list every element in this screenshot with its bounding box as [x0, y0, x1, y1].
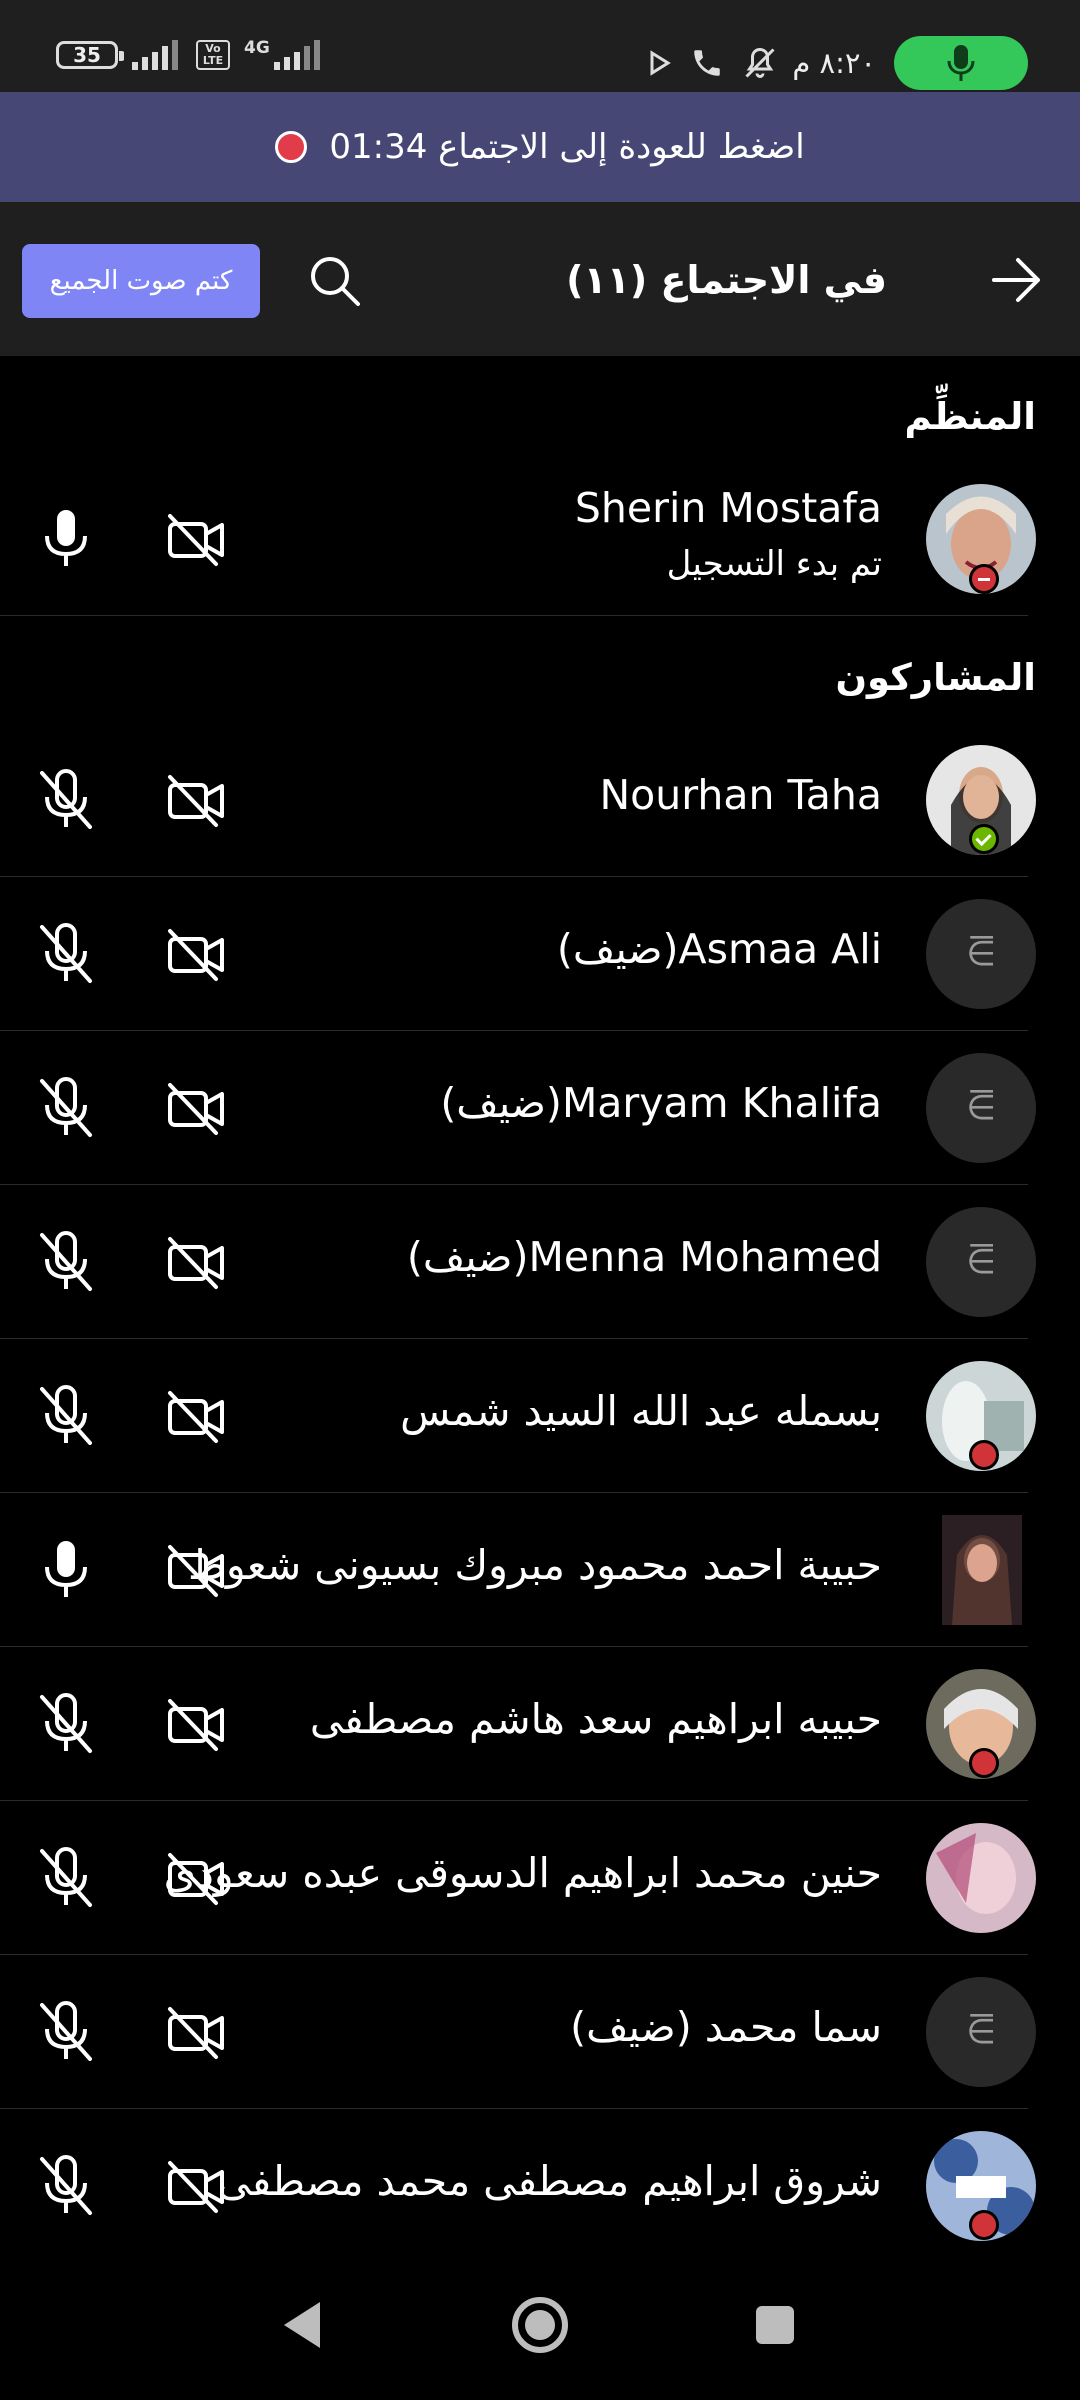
- search-icon[interactable]: [306, 252, 362, 308]
- camera-off-icon: [168, 1083, 224, 1135]
- participant-row-organizer[interactable]: Sherin Mostafa تم بدء التسجيل: [0, 462, 1080, 616]
- camera-off-icon: [168, 1545, 224, 1597]
- participant-row[interactable]: حبيبة احمد محمود مبروك بسيونى شعوط: [0, 1493, 1080, 1647]
- avatar: [926, 1823, 1036, 1933]
- participant-row[interactable]: ⋶ سما محمد (ضيف): [0, 1955, 1080, 2109]
- return-to-meeting-text: اضغط للعودة إلى الاجتماع 01:34: [329, 127, 805, 167]
- avatar: ⋶: [926, 899, 1036, 1009]
- play-icon: [650, 50, 672, 76]
- camera-off-icon: [168, 514, 224, 566]
- return-to-meeting-banner[interactable]: اضغط للعودة إلى الاجتماع 01:34: [0, 92, 1080, 202]
- presence-available-badge: [969, 824, 999, 854]
- recording-icon: [275, 131, 308, 163]
- mic-off-icon[interactable]: [36, 2155, 96, 2217]
- mic-off-icon[interactable]: [36, 1847, 96, 1909]
- bell-off-icon: [745, 47, 775, 78]
- participant-name: Sherin Mostafa: [574, 484, 882, 532]
- signal-icon-2: [273, 40, 320, 70]
- participant-name: Nourhan Taha: [599, 771, 883, 819]
- system-nav-bar: [0, 2250, 1080, 2400]
- mic-off-icon[interactable]: [36, 2001, 96, 2063]
- participant-name: سما محمد (ضيف): [570, 2003, 882, 2051]
- camera-off-icon: [168, 1391, 224, 1443]
- participant-name: بسمله عبد الله السيد شمس: [400, 1387, 882, 1435]
- status-bar: 35 Vo LTE 4G ٨:٢٠ م: [0, 0, 1080, 92]
- signal-icon: [132, 40, 178, 70]
- participant-name: شروق ابراهيم مصطفى محمد مصطفى: [217, 2157, 882, 2205]
- mic-off-icon[interactable]: [36, 1385, 96, 1447]
- volte-icon: Vo LTE: [196, 40, 230, 70]
- network-type: 4G: [244, 38, 270, 58]
- guest-avatar-icon: ⋶: [966, 2012, 996, 2052]
- battery-level: 35: [73, 43, 101, 67]
- camera-off-icon: [168, 929, 224, 981]
- participant-name: حنين محمد ابراهيم الدسوقى عبده سعودى: [163, 1849, 882, 1897]
- nav-home-icon[interactable]: [505, 2290, 575, 2360]
- presence-busy-badge: [969, 1440, 999, 1470]
- mic-off-icon[interactable]: [36, 923, 96, 985]
- recording-started-text: تم بدء التسجيل: [666, 544, 882, 584]
- mic-off-icon[interactable]: [36, 1231, 96, 1293]
- header: في الاجتماع (١١) كتم صوت الجميع: [0, 202, 1080, 356]
- camera-off-icon: [168, 1699, 224, 1751]
- nav-recents-icon[interactable]: [740, 2290, 810, 2360]
- participant-row[interactable]: حبيبه ابراهيم سعد هاشم مصطفى: [0, 1647, 1080, 1801]
- camera-off-icon: [168, 2007, 224, 2059]
- participant-name: حبيبه ابراهيم سعد هاشم مصطفى: [309, 1695, 882, 1743]
- avatar: ⋶: [926, 1053, 1036, 1163]
- participants-section-title: المشاركون: [835, 656, 1036, 699]
- presence-busy-badge: [969, 1748, 999, 1778]
- battery-icon: 35: [56, 41, 124, 69]
- presence-busy-badge: [969, 2210, 999, 2240]
- organizer-section-title: المنظِّم: [904, 395, 1036, 438]
- page-title: في الاجتماع (١١): [566, 258, 887, 302]
- participant-name: Asmaa Ali(ضيف): [556, 925, 882, 973]
- avatar: ⋶: [926, 1977, 1036, 2087]
- participant-row[interactable]: بسمله عبد الله السيد شمس: [0, 1339, 1080, 1493]
- mute-all-button[interactable]: كتم صوت الجميع: [22, 244, 260, 318]
- phone-icon: [694, 50, 721, 76]
- back-arrow-icon[interactable]: [988, 252, 1044, 308]
- guest-avatar-icon: ⋶: [966, 1088, 996, 1128]
- camera-off-icon: [168, 775, 224, 827]
- mic-off-icon[interactable]: [36, 769, 96, 831]
- participant-name: Menna Mohamed(ضيف): [406, 1233, 882, 1281]
- participant-row[interactable]: ⋶ Maryam Khalifa(ضيف): [0, 1031, 1080, 1185]
- participant-row[interactable]: حنين محمد ابراهيم الدسوقى عبده سعودى: [0, 1801, 1080, 1955]
- mic-on-icon[interactable]: [36, 508, 96, 570]
- nav-back-icon[interactable]: [270, 2290, 340, 2360]
- avatar: ⋶: [926, 1207, 1036, 1317]
- camera-off-icon: [168, 1237, 224, 1289]
- mic-off-icon[interactable]: [36, 1693, 96, 1755]
- active-mic-indicator[interactable]: [894, 36, 1028, 90]
- mic-icon: [947, 45, 975, 81]
- participant-row[interactable]: Nourhan Taha: [0, 723, 1080, 877]
- mic-off-icon[interactable]: [36, 1077, 96, 1139]
- guest-avatar-icon: ⋶: [966, 1242, 996, 1282]
- camera-off-icon: [168, 2161, 224, 2213]
- participant-row[interactable]: ⋶ Menna Mohamed(ضيف): [0, 1185, 1080, 1339]
- participant-name: حبيبة احمد محمود مبروك بسيونى شعوط: [187, 1541, 882, 1589]
- guest-avatar-icon: ⋶: [966, 934, 996, 974]
- participant-row[interactable]: ⋶ Asmaa Ali(ضيف): [0, 877, 1080, 1031]
- participant-name: Maryam Khalifa(ضيف): [440, 1079, 882, 1127]
- mic-on-icon[interactable]: [36, 1539, 96, 1601]
- divider: [0, 615, 1028, 616]
- presence-dnd-badge: [969, 564, 999, 594]
- participant-row[interactable]: شروق ابراهيم مصطفى محمد مصطفى: [0, 2109, 1080, 2263]
- clock: ٨:٢٠ م: [792, 46, 876, 80]
- avatar: [942, 1515, 1022, 1625]
- camera-off-icon: [168, 1853, 224, 1905]
